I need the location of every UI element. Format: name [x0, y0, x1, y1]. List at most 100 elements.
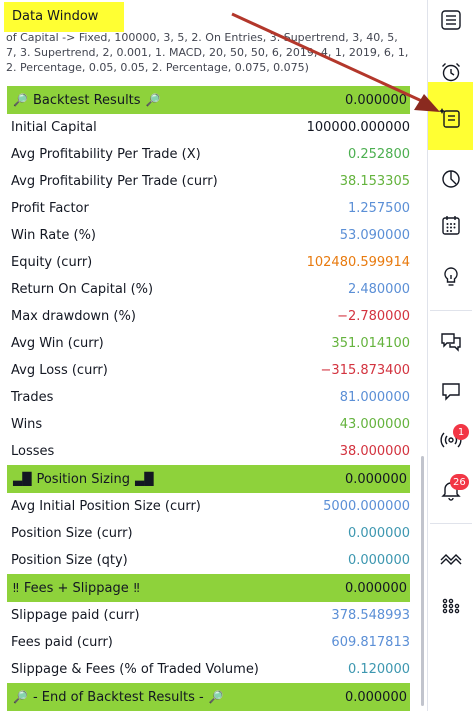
row-label: ‼ Fees + Slippage ‼ [11, 581, 142, 596]
row-value: 378.548993 [331, 608, 410, 623]
row-label: Equity (curr) [11, 255, 93, 270]
row-label: Profit Factor [11, 201, 89, 216]
row-value: 0.000000 [344, 92, 407, 108]
row-value: 53.090000 [339, 228, 410, 243]
hotlist-icon [442, 170, 460, 188]
watchlist-icon [441, 10, 461, 30]
row-value: 100000.000000 [306, 120, 410, 135]
alerts-button[interactable] [428, 52, 473, 92]
row-label: Return On Capital (%) [11, 282, 154, 297]
chats-icon [441, 333, 461, 352]
row-label: Slippage & Fees (% of Traded Volume) [11, 662, 259, 677]
row-label: Fees paid (curr) [11, 635, 113, 650]
streams-button[interactable]: 1 [428, 420, 473, 460]
trading-panel-button[interactable] [428, 538, 473, 578]
row-label: 🔎 Backtest Results 🔎 [11, 93, 163, 108]
private-chats-button[interactable] [428, 371, 473, 411]
ideas-bulb-icon [444, 267, 458, 286]
more-button[interactable] [428, 585, 473, 625]
section-header: 🔎 Backtest Results 🔎 0.000000 [7, 86, 410, 114]
section-icon: ▃█ [135, 471, 154, 486]
data-rows: 🔎 Backtest Results 🔎 0.000000 Initial Capita… [0, 86, 425, 711]
data-row: Return On Capital (%) 2.480000 [0, 276, 423, 303]
calendar-icon [442, 216, 460, 235]
data-row: Avg Profitability Per Trade (X) 0.252800 [0, 141, 423, 168]
section-header: ▃█ Position Sizing ▃█ 0.000000 [7, 465, 410, 493]
data-row: Slippage paid (curr) 378.548993 [0, 602, 423, 629]
row-label: Slippage paid (curr) [11, 608, 140, 623]
data-row: Fees paid (curr) 609.817813 [0, 629, 423, 656]
row-value: 609.817813 [331, 635, 410, 650]
row-value: 43.000000 [339, 417, 410, 432]
row-value: 102480.599914 [306, 255, 410, 270]
section-icon: 🔎 [13, 92, 28, 107]
row-label: Avg Win (curr) [11, 336, 104, 351]
data-row: Position Size (qty) 0.000000 [0, 547, 423, 574]
data-row: Wins 43.000000 [0, 411, 423, 438]
data-window-panel: Data Window of Capital -> Fixed, 100000,… [0, 0, 425, 711]
data-row: Avg Profitability Per Trade (curr) 38.153… [0, 168, 423, 195]
hotlists-button[interactable] [428, 158, 473, 198]
row-value: 351.014100 [331, 336, 410, 351]
row-value: 1.257500 [347, 201, 410, 216]
data-row: Trades 81.000000 [0, 384, 423, 411]
section-header: 🔎 - End of Backtest Results - 🔎 0.000000 [7, 683, 410, 711]
section-icon: 🔎 [13, 689, 28, 704]
scrollbar[interactable] [421, 456, 424, 706]
row-value: −315.873400 [320, 363, 410, 378]
row-value: 2.480000 [347, 282, 410, 297]
section-label: Backtest Results [32, 92, 141, 108]
data-row: Max drawdown (%) −2.780000 [0, 303, 423, 330]
data-row: Avg Win (curr) 351.014100 [0, 330, 423, 357]
section-label: Position Sizing [36, 471, 131, 487]
toolbar-separator [430, 310, 472, 311]
data-row: Losses 38.000000 [0, 438, 423, 465]
section-label: Fees + Slippage [23, 580, 129, 596]
calendar-button[interactable] [428, 205, 473, 245]
row-value: 38.153305 [339, 174, 410, 189]
row-value: 0.000000 [344, 471, 407, 487]
row-label: ▃█ Position Sizing ▃█ [11, 472, 155, 487]
chats-button[interactable] [428, 321, 473, 361]
strategy-parameters-text: of Capital -> Fixed, 100000, 3, 5, 2. On… [6, 31, 409, 74]
notifications-badge: 26 [450, 474, 469, 490]
row-value: 0.000000 [344, 580, 407, 596]
toolbar-separator [430, 523, 472, 524]
streams-badge: 1 [453, 424, 469, 440]
panel-title[interactable]: Data Window [12, 9, 98, 24]
more-dots-icon [442, 598, 460, 614]
ideas-button[interactable] [428, 257, 473, 297]
section-icon: ‼ [133, 580, 140, 595]
row-label: Wins [11, 417, 43, 432]
row-label: Initial Capital [11, 120, 97, 135]
row-label: Losses [11, 444, 55, 459]
row-label: 🔎 - End of Backtest Results - 🔎 [11, 690, 226, 705]
section-icon: 🔎 [208, 689, 224, 704]
data-row: Win Rate (%) 53.090000 [0, 222, 423, 249]
watchlist-button[interactable] [428, 0, 473, 40]
row-label: Avg Profitability Per Trade (curr) [11, 174, 218, 189]
data-window-button[interactable] [428, 98, 473, 138]
section-icon: 🔎 [145, 92, 161, 107]
data-row: Initial Capital 100000.000000 [0, 114, 423, 141]
row-label: Win Rate (%) [11, 228, 96, 243]
data-window-icon [439, 108, 460, 128]
data-row: Avg Loss (curr) −315.873400 [0, 357, 423, 384]
section-label: - End of Backtest Results - [32, 689, 204, 705]
row-value: 0.120000 [347, 662, 410, 677]
row-value: 81.000000 [339, 390, 410, 405]
trading-panel-icon [440, 554, 462, 565]
data-row: Position Size (curr) 0.000000 [0, 520, 423, 547]
notifications-button[interactable]: 26 [428, 470, 473, 510]
data-row: Avg Initial Position Size (curr) 5000.000… [0, 493, 423, 520]
row-value: 5000.000000 [323, 499, 410, 514]
row-value: 0.000000 [347, 526, 410, 541]
section-header: ‼ Fees + Slippage ‼ 0.000000 [7, 574, 410, 602]
row-value: −2.780000 [337, 309, 410, 324]
row-label: Position Size (qty) [11, 553, 128, 568]
row-label: Max drawdown (%) [11, 309, 136, 324]
row-value: 0.000000 [344, 689, 407, 705]
row-label: Position Size (curr) [11, 526, 133, 541]
row-label: Avg Profitability Per Trade (X) [11, 147, 201, 162]
row-label: Avg Initial Position Size (curr) [11, 499, 201, 514]
